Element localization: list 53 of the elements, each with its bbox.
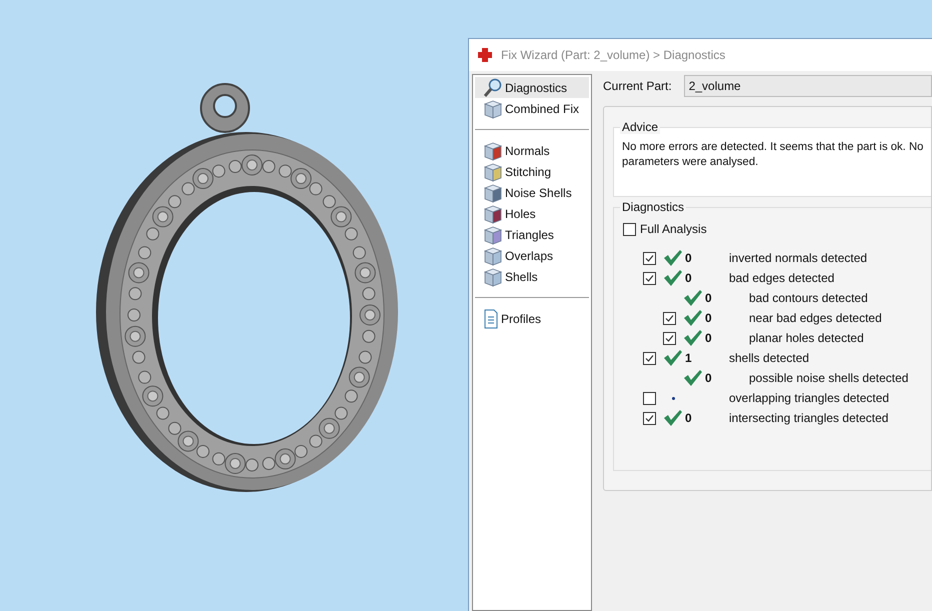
group-title: Diagnostics xyxy=(620,200,686,214)
count-value: 0 xyxy=(705,290,712,307)
group-title: Advice xyxy=(620,120,660,134)
checkbox[interactable] xyxy=(643,412,656,424)
diagnostic-label: inverted normals detected xyxy=(729,250,868,267)
diagnostic-label: intersecting triangles detected xyxy=(729,410,888,427)
magnifier-icon xyxy=(483,78,503,98)
cube-icon xyxy=(483,204,503,224)
count-value: 0 xyxy=(705,370,712,387)
checkbox[interactable] xyxy=(623,222,636,236)
sidebar-item[interactable]: Stitching xyxy=(475,161,589,182)
cross-icon xyxy=(477,47,493,63)
checkbox[interactable] xyxy=(643,392,656,404)
cube-icon xyxy=(483,224,503,244)
sidebar-item[interactable]: Noise Shells xyxy=(475,182,589,203)
sidebar-item[interactable]: Holes xyxy=(475,203,589,224)
sidebar-item[interactable]: Overlaps xyxy=(475,245,589,266)
cube-icon xyxy=(483,182,503,202)
diagnostic-label: bad contours detected xyxy=(749,290,868,307)
count-value: 0 xyxy=(685,270,692,287)
count-value: 0 xyxy=(685,410,692,427)
sidebar-item[interactable]: Shells xyxy=(475,266,589,287)
cube-icon xyxy=(483,98,503,118)
diagnostic-label: planar holes detected xyxy=(749,330,864,347)
cube-icon xyxy=(483,246,503,266)
window-title: Fix Wizard (Part: 2_volume) > Diagnostics xyxy=(501,47,726,64)
full-analysis-checkbox[interactable]: Full Analysis xyxy=(623,220,931,238)
cube-icon xyxy=(483,140,503,160)
checkbox[interactable] xyxy=(663,312,676,324)
diagnostic-label: possible noise shells detected xyxy=(749,370,908,387)
diagnostic-label: overlapping triangles detected xyxy=(729,390,890,407)
sidebar-item[interactable]: Profiles xyxy=(475,308,589,329)
count-value: 0 xyxy=(705,330,712,347)
sidebar-item[interactable]: Normals xyxy=(475,140,589,161)
checkbox[interactable] xyxy=(643,352,656,364)
current-part-label: Current Part: xyxy=(603,78,672,95)
sidebar-item[interactable]: Combined Fix xyxy=(475,98,589,119)
current-part-field[interactable]: 2_volume xyxy=(684,75,932,97)
checkbox[interactable] xyxy=(643,272,656,284)
count-value: 0 xyxy=(685,250,692,267)
diagnostic-label: shells detected xyxy=(729,350,810,367)
count-value: 1 xyxy=(685,350,692,367)
count-value: 0 xyxy=(705,310,712,327)
cube-icon xyxy=(483,162,503,182)
advice-text: No more errors are detected. It seems that the part is ok. No parameters were analysed. xyxy=(622,140,924,170)
checkbox[interactable] xyxy=(643,252,656,264)
diagnostic-label: near bad edges detected xyxy=(749,310,882,327)
diagnostic-label: bad edges detected xyxy=(729,270,834,287)
cube-icon xyxy=(483,266,503,286)
checkbox[interactable] xyxy=(663,332,676,344)
document-icon xyxy=(483,308,499,328)
sidebar-item[interactable]: Diagnostics xyxy=(475,77,589,98)
sidebar-item[interactable]: Triangles xyxy=(475,224,589,245)
